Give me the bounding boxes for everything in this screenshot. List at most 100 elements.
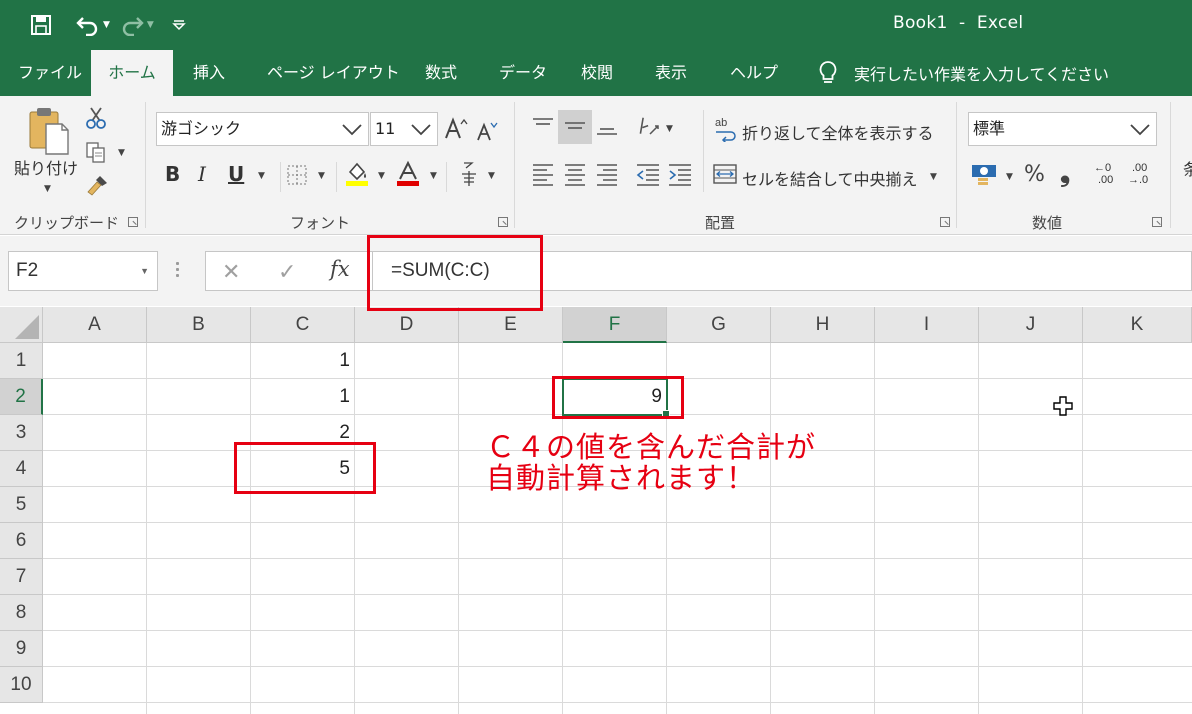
align-top-button[interactable] bbox=[530, 114, 556, 144]
tab-insert[interactable]: 挿入 bbox=[193, 50, 225, 96]
format-painter-button[interactable] bbox=[84, 174, 110, 200]
paste-dropdown-icon[interactable]: ▼ bbox=[44, 184, 51, 194]
decrease-decimal-button[interactable]: .00 →.0 bbox=[1128, 162, 1158, 186]
copy-button[interactable] bbox=[84, 140, 108, 168]
insert-function-button[interactable]: fx bbox=[330, 257, 350, 281]
paste-label[interactable]: 貼り付け bbox=[14, 155, 78, 179]
redo-dropdown-icon[interactable]: ▼ bbox=[147, 20, 154, 30]
borders-dropdown-icon[interactable]: ▼ bbox=[318, 171, 325, 181]
column-header-selected[interactable]: F bbox=[563, 307, 667, 343]
increase-font-size-button[interactable] bbox=[444, 116, 468, 146]
cell-c2[interactable]: 1 bbox=[251, 379, 355, 415]
align-center-button[interactable] bbox=[562, 160, 588, 192]
redo-button[interactable]: ▼ bbox=[120, 12, 154, 38]
undo-button[interactable]: ▼ bbox=[76, 12, 110, 38]
font-color-dropdown-icon[interactable]: ▼ bbox=[430, 171, 437, 181]
align-right-button[interactable] bbox=[594, 160, 620, 192]
column-header[interactable]: B bbox=[147, 307, 251, 343]
column-header[interactable]: E bbox=[459, 307, 563, 343]
column-header[interactable]: J bbox=[979, 307, 1083, 343]
italic-button[interactable]: I bbox=[198, 162, 206, 186]
tab-formulas[interactable]: 数式 bbox=[425, 50, 457, 96]
tab-home[interactable]: ホーム bbox=[91, 50, 173, 96]
increase-indent-button[interactable] bbox=[666, 160, 694, 192]
decrease-indent-button[interactable] bbox=[634, 160, 662, 192]
decrease-font-size-button[interactable] bbox=[476, 120, 498, 146]
align-middle-button[interactable] bbox=[558, 110, 592, 144]
chevron-down-icon[interactable] bbox=[338, 113, 366, 145]
accounting-format-button[interactable] bbox=[970, 162, 1000, 192]
row-header[interactable]: 8 bbox=[0, 595, 43, 631]
cancel-icon[interactable]: ✕ bbox=[222, 260, 240, 285]
wrap-text-label[interactable]: 折り返して全体を表示する bbox=[742, 120, 934, 144]
worksheet-grid[interactable]: A B C D E F G H I J K 1 2 3 4 5 6 7 8 9 … bbox=[0, 307, 1192, 714]
merge-center-label[interactable]: セルを結合して中央揃え bbox=[742, 166, 918, 190]
tab-review[interactable]: 校閲 bbox=[581, 50, 613, 96]
tell-me-search[interactable]: 実行したい作業を入力してください bbox=[818, 50, 1109, 96]
paste-button[interactable] bbox=[26, 106, 72, 160]
column-header[interactable]: H bbox=[771, 307, 875, 343]
customize-qat-button[interactable] bbox=[172, 12, 186, 38]
orientation-button[interactable] bbox=[634, 114, 662, 142]
font-size-combo[interactable]: 11 bbox=[370, 112, 438, 146]
font-name-combo[interactable]: 游ゴシック bbox=[156, 112, 369, 146]
number-launcher-icon[interactable] bbox=[1152, 217, 1162, 227]
underline-button[interactable]: U bbox=[228, 162, 244, 186]
wrap-text-button[interactable]: ab bbox=[714, 116, 738, 146]
column-header[interactable]: D bbox=[355, 307, 459, 343]
clipboard-launcher-icon[interactable] bbox=[128, 217, 138, 227]
comma-style-button[interactable]: ❟ bbox=[1060, 158, 1070, 189]
tab-data[interactable]: データ bbox=[499, 50, 547, 96]
fill-color-dropdown-icon[interactable]: ▼ bbox=[378, 171, 385, 181]
name-box-dropdown-icon[interactable]: ▼ bbox=[140, 252, 149, 290]
undo-dropdown-icon[interactable]: ▼ bbox=[103, 20, 110, 30]
tab-help[interactable]: ヘルプ bbox=[730, 50, 778, 96]
tab-page-layout[interactable]: ページ レイアウト bbox=[267, 50, 400, 96]
column-header[interactable]: I bbox=[875, 307, 979, 343]
tab-view[interactable]: 表示 bbox=[655, 50, 687, 96]
enter-icon[interactable]: ✓ bbox=[278, 260, 296, 285]
alignment-launcher-icon[interactable] bbox=[940, 217, 950, 227]
chevron-down-icon[interactable] bbox=[1126, 113, 1154, 145]
chevron-down-icon[interactable] bbox=[407, 113, 435, 145]
underline-dropdown-icon[interactable]: ▼ bbox=[258, 171, 265, 181]
column-header[interactable]: K bbox=[1083, 307, 1192, 343]
copy-dropdown-icon[interactable]: ▼ bbox=[118, 148, 125, 158]
orientation-dropdown-icon[interactable]: ▼ bbox=[666, 124, 673, 134]
phonetic-button[interactable] bbox=[458, 160, 480, 192]
column-header[interactable]: C bbox=[251, 307, 355, 343]
row-header[interactable]: 3 bbox=[0, 415, 43, 451]
cut-button[interactable] bbox=[84, 106, 108, 134]
name-box[interactable]: F2 ▼ bbox=[8, 251, 158, 291]
row-header[interactable]: 1 bbox=[0, 343, 43, 379]
number-format-combo[interactable]: 標準 bbox=[968, 112, 1157, 146]
cell-c1[interactable]: 1 bbox=[251, 343, 355, 379]
font-color-button[interactable] bbox=[396, 160, 420, 192]
row-header[interactable]: 6 bbox=[0, 523, 43, 559]
column-header[interactable]: A bbox=[43, 307, 147, 343]
merge-center-button[interactable] bbox=[712, 162, 738, 190]
save-button[interactable] bbox=[30, 12, 52, 38]
row-header[interactable]: 9 bbox=[0, 631, 43, 667]
bold-button[interactable]: B bbox=[165, 162, 180, 186]
font-launcher-icon[interactable] bbox=[498, 217, 508, 227]
row-header[interactable]: 10 bbox=[0, 667, 43, 703]
tab-file[interactable]: ファイル bbox=[18, 50, 82, 96]
fill-color-button[interactable] bbox=[344, 160, 370, 192]
phonetic-dropdown-icon[interactable]: ▼ bbox=[488, 171, 495, 181]
align-bottom-button[interactable] bbox=[594, 114, 620, 144]
increase-decimal-button[interactable]: ←0 .00 bbox=[1094, 162, 1124, 186]
column-header[interactable]: G bbox=[667, 307, 771, 343]
merge-dropdown-icon[interactable]: ▼ bbox=[930, 172, 937, 182]
formula-bar-resize-handle[interactable] bbox=[176, 262, 180, 280]
percent-style-button[interactable]: % bbox=[1024, 162, 1045, 187]
row-header-selected[interactable]: 2 bbox=[0, 379, 43, 415]
select-all-button[interactable] bbox=[0, 307, 43, 343]
row-header[interactable]: 5 bbox=[0, 487, 43, 523]
borders-button[interactable] bbox=[286, 164, 308, 190]
conditional-format-button[interactable]: 条 bbox=[1183, 156, 1192, 180]
accounting-dropdown-icon[interactable]: ▼ bbox=[1006, 172, 1013, 182]
align-left-button[interactable] bbox=[530, 160, 556, 192]
row-header[interactable]: 4 bbox=[0, 451, 43, 487]
row-header[interactable]: 7 bbox=[0, 559, 43, 595]
